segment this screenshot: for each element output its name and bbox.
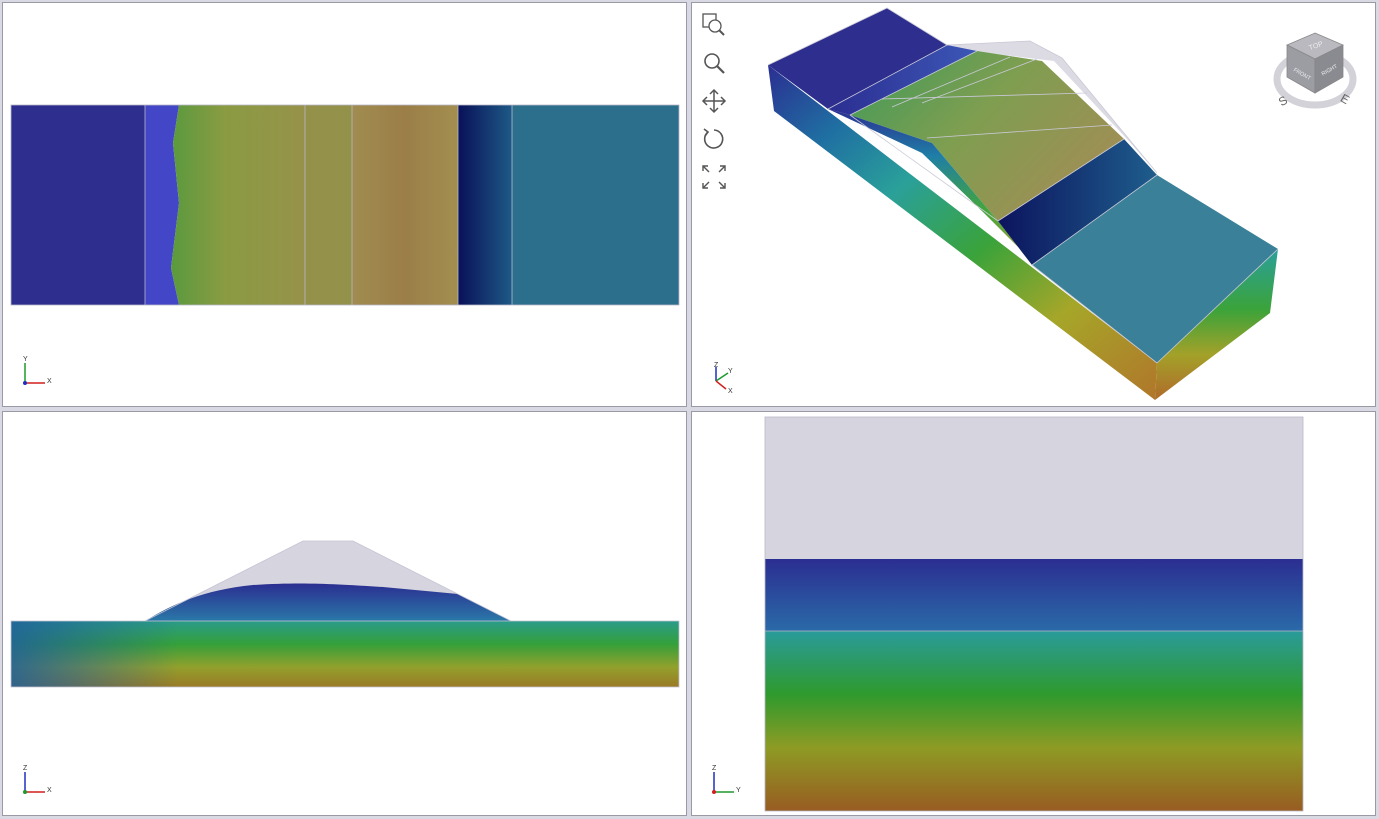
- axis-label-z: Z: [714, 362, 719, 369]
- axis-label-vertical: Z: [712, 765, 717, 772]
- move-arrows-icon[interactable]: [700, 87, 728, 115]
- downstream-slope-region: [352, 105, 458, 305]
- view-toolbar: [700, 11, 728, 191]
- axis-label-horizontal: X: [47, 378, 52, 385]
- foundation-section: [765, 631, 1303, 811]
- compass-east-label: E: [1338, 91, 1352, 107]
- fit-extents-icon[interactable]: [700, 163, 728, 191]
- axis-label-vertical: Z: [23, 765, 28, 772]
- axis-label-x: X: [728, 388, 733, 395]
- viewport-3d-perspective[interactable]: TOP FRONT RIGHT S E Z Y X: [691, 2, 1376, 407]
- navigation-cube[interactable]: TOP FRONT RIGHT S E: [1273, 23, 1357, 113]
- toe-region: [458, 105, 512, 305]
- viewport-top-plan[interactable]: Y X: [2, 2, 687, 407]
- elevation-view-model: [10, 540, 680, 688]
- rotate-icon[interactable]: [700, 125, 728, 153]
- phreatic-zone: [145, 583, 511, 621]
- dam-outline-ghost: [765, 417, 1303, 559]
- crest-region: [305, 105, 352, 305]
- foundation-upstream-shade: [11, 621, 679, 687]
- axis-label-vertical: Y: [23, 356, 28, 363]
- profile-view-model: [764, 416, 1304, 812]
- zoom-window-icon[interactable]: [700, 11, 728, 39]
- viewport-side-profile[interactable]: Z Y: [691, 411, 1376, 816]
- axis-label-horizontal: X: [47, 787, 52, 794]
- downstream-foundation-region: [512, 105, 679, 305]
- axis-triad-xy: Y X: [23, 356, 52, 385]
- axis-label-horizontal: Y: [736, 787, 741, 794]
- magnifier-icon[interactable]: [700, 49, 728, 77]
- viewport-front-elevation[interactable]: Z X: [2, 411, 687, 816]
- upstream-face-region: [11, 105, 145, 305]
- axis-triad-3d: Z Y X: [714, 362, 733, 395]
- axis-triad-xz: Z X: [23, 765, 52, 794]
- plan-view-model: [10, 104, 680, 306]
- phreatic-zone: [765, 559, 1303, 631]
- axis-label-y: Y: [728, 368, 733, 375]
- core-region: [171, 105, 305, 305]
- axis-triad-yz: Z Y: [712, 765, 741, 794]
